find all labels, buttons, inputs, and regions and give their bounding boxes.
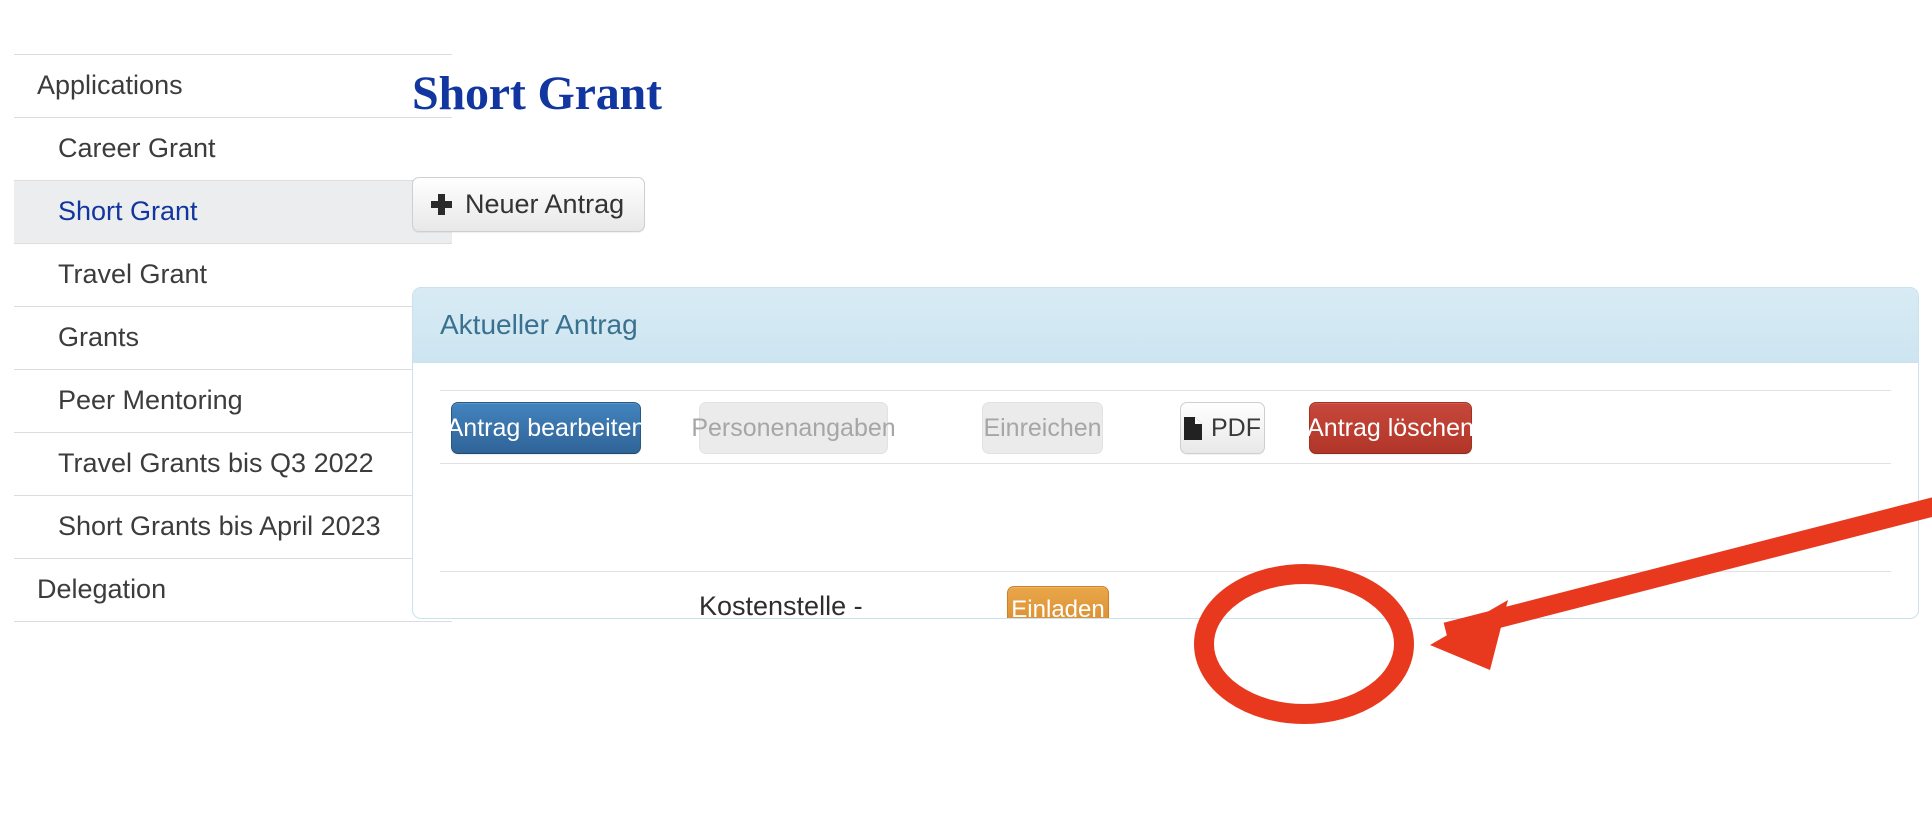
file-pdf-icon: [1184, 416, 1202, 440]
panel-body: Antrag bearbeiten Personenangaben Einrei…: [413, 363, 1918, 618]
edit-application-button-label: Antrag bearbeiten: [446, 413, 646, 442]
divider-top: [440, 390, 1891, 391]
cost-center-row: Kostenstelle - Einladen: [413, 571, 1918, 618]
sidebar-item-applications[interactable]: Applications: [14, 54, 452, 117]
new-application-button-label: Neuer Antrag: [465, 189, 625, 219]
submit-application-button-label: Einreichen: [983, 413, 1102, 442]
sidebar-item-label: Applications: [37, 70, 183, 100]
invite-button-label: Einladen: [1011, 595, 1105, 619]
sidebar-item-label: Peer Mentoring: [58, 385, 243, 415]
pdf-export-button[interactable]: PDF: [1180, 402, 1265, 454]
personal-details-button[interactable]: Personenangaben: [691, 402, 896, 454]
sidebar-item-delegation[interactable]: Delegation: [14, 558, 452, 622]
delete-application-button[interactable]: Antrag löschen: [1307, 402, 1474, 454]
sidebar-navigation: Applications Career Grant Short Grant Trave…: [14, 54, 452, 622]
sidebar-item-grants[interactable]: Grants: [14, 306, 452, 369]
plus-icon: [431, 194, 452, 215]
sidebar-item-label: Travel Grant: [58, 259, 208, 289]
sidebar-item-label: Career Grant: [58, 133, 216, 163]
sidebar-item-label: Delegation: [37, 574, 167, 604]
pdf-export-button-label: PDF: [1211, 413, 1261, 442]
sidebar-item-short-grant[interactable]: Short Grant: [14, 180, 452, 243]
divider-middle: [440, 463, 1891, 464]
sidebar-item-travel-grant[interactable]: Travel Grant: [14, 243, 452, 306]
sidebar-item-career-grant[interactable]: Career Grant: [14, 117, 452, 180]
invite-button[interactable]: Einladen: [1007, 586, 1109, 619]
sidebar-item-short-grants-bis-april-2023[interactable]: Short Grants bis April 2023: [14, 495, 452, 558]
edit-application-button[interactable]: Antrag bearbeiten: [447, 402, 645, 454]
panel-header-title: Aktueller Antrag: [440, 309, 638, 340]
submit-application-button[interactable]: Einreichen: [982, 402, 1103, 454]
sidebar-item-travel-grants-bis-q3-2022[interactable]: Travel Grants bis Q3 2022: [14, 432, 452, 495]
page-title: Short Grant: [412, 67, 662, 121]
panel-header: Aktueller Antrag: [413, 288, 1918, 363]
sidebar-item-label: Grants: [58, 322, 140, 352]
screenshot-root: Applications Career Grant Short Grant Trave…: [0, 0, 1932, 824]
action-button-row: Antrag bearbeiten Personenangaben Einrei…: [413, 402, 1918, 454]
current-application-panel: Aktueller Antrag Antrag bearbeiten Perso…: [412, 287, 1919, 619]
sidebar-item-label: Short Grants bis April 2023: [58, 511, 381, 541]
sidebar-item-label: Short Grant: [58, 196, 198, 226]
main-content: Short Grant Neuer Antrag Aktueller Antra…: [412, 0, 1932, 824]
sidebar-item-peer-mentoring[interactable]: Peer Mentoring: [14, 369, 452, 432]
delete-application-button-label: Antrag löschen: [1307, 413, 1474, 442]
sidebar-item-label: Travel Grants bis Q3 2022: [58, 448, 374, 478]
cost-center-label: Kostenstelle -: [699, 591, 863, 619]
personal-details-button-label: Personenangaben: [691, 413, 896, 442]
new-application-button[interactable]: Neuer Antrag: [412, 177, 646, 232]
